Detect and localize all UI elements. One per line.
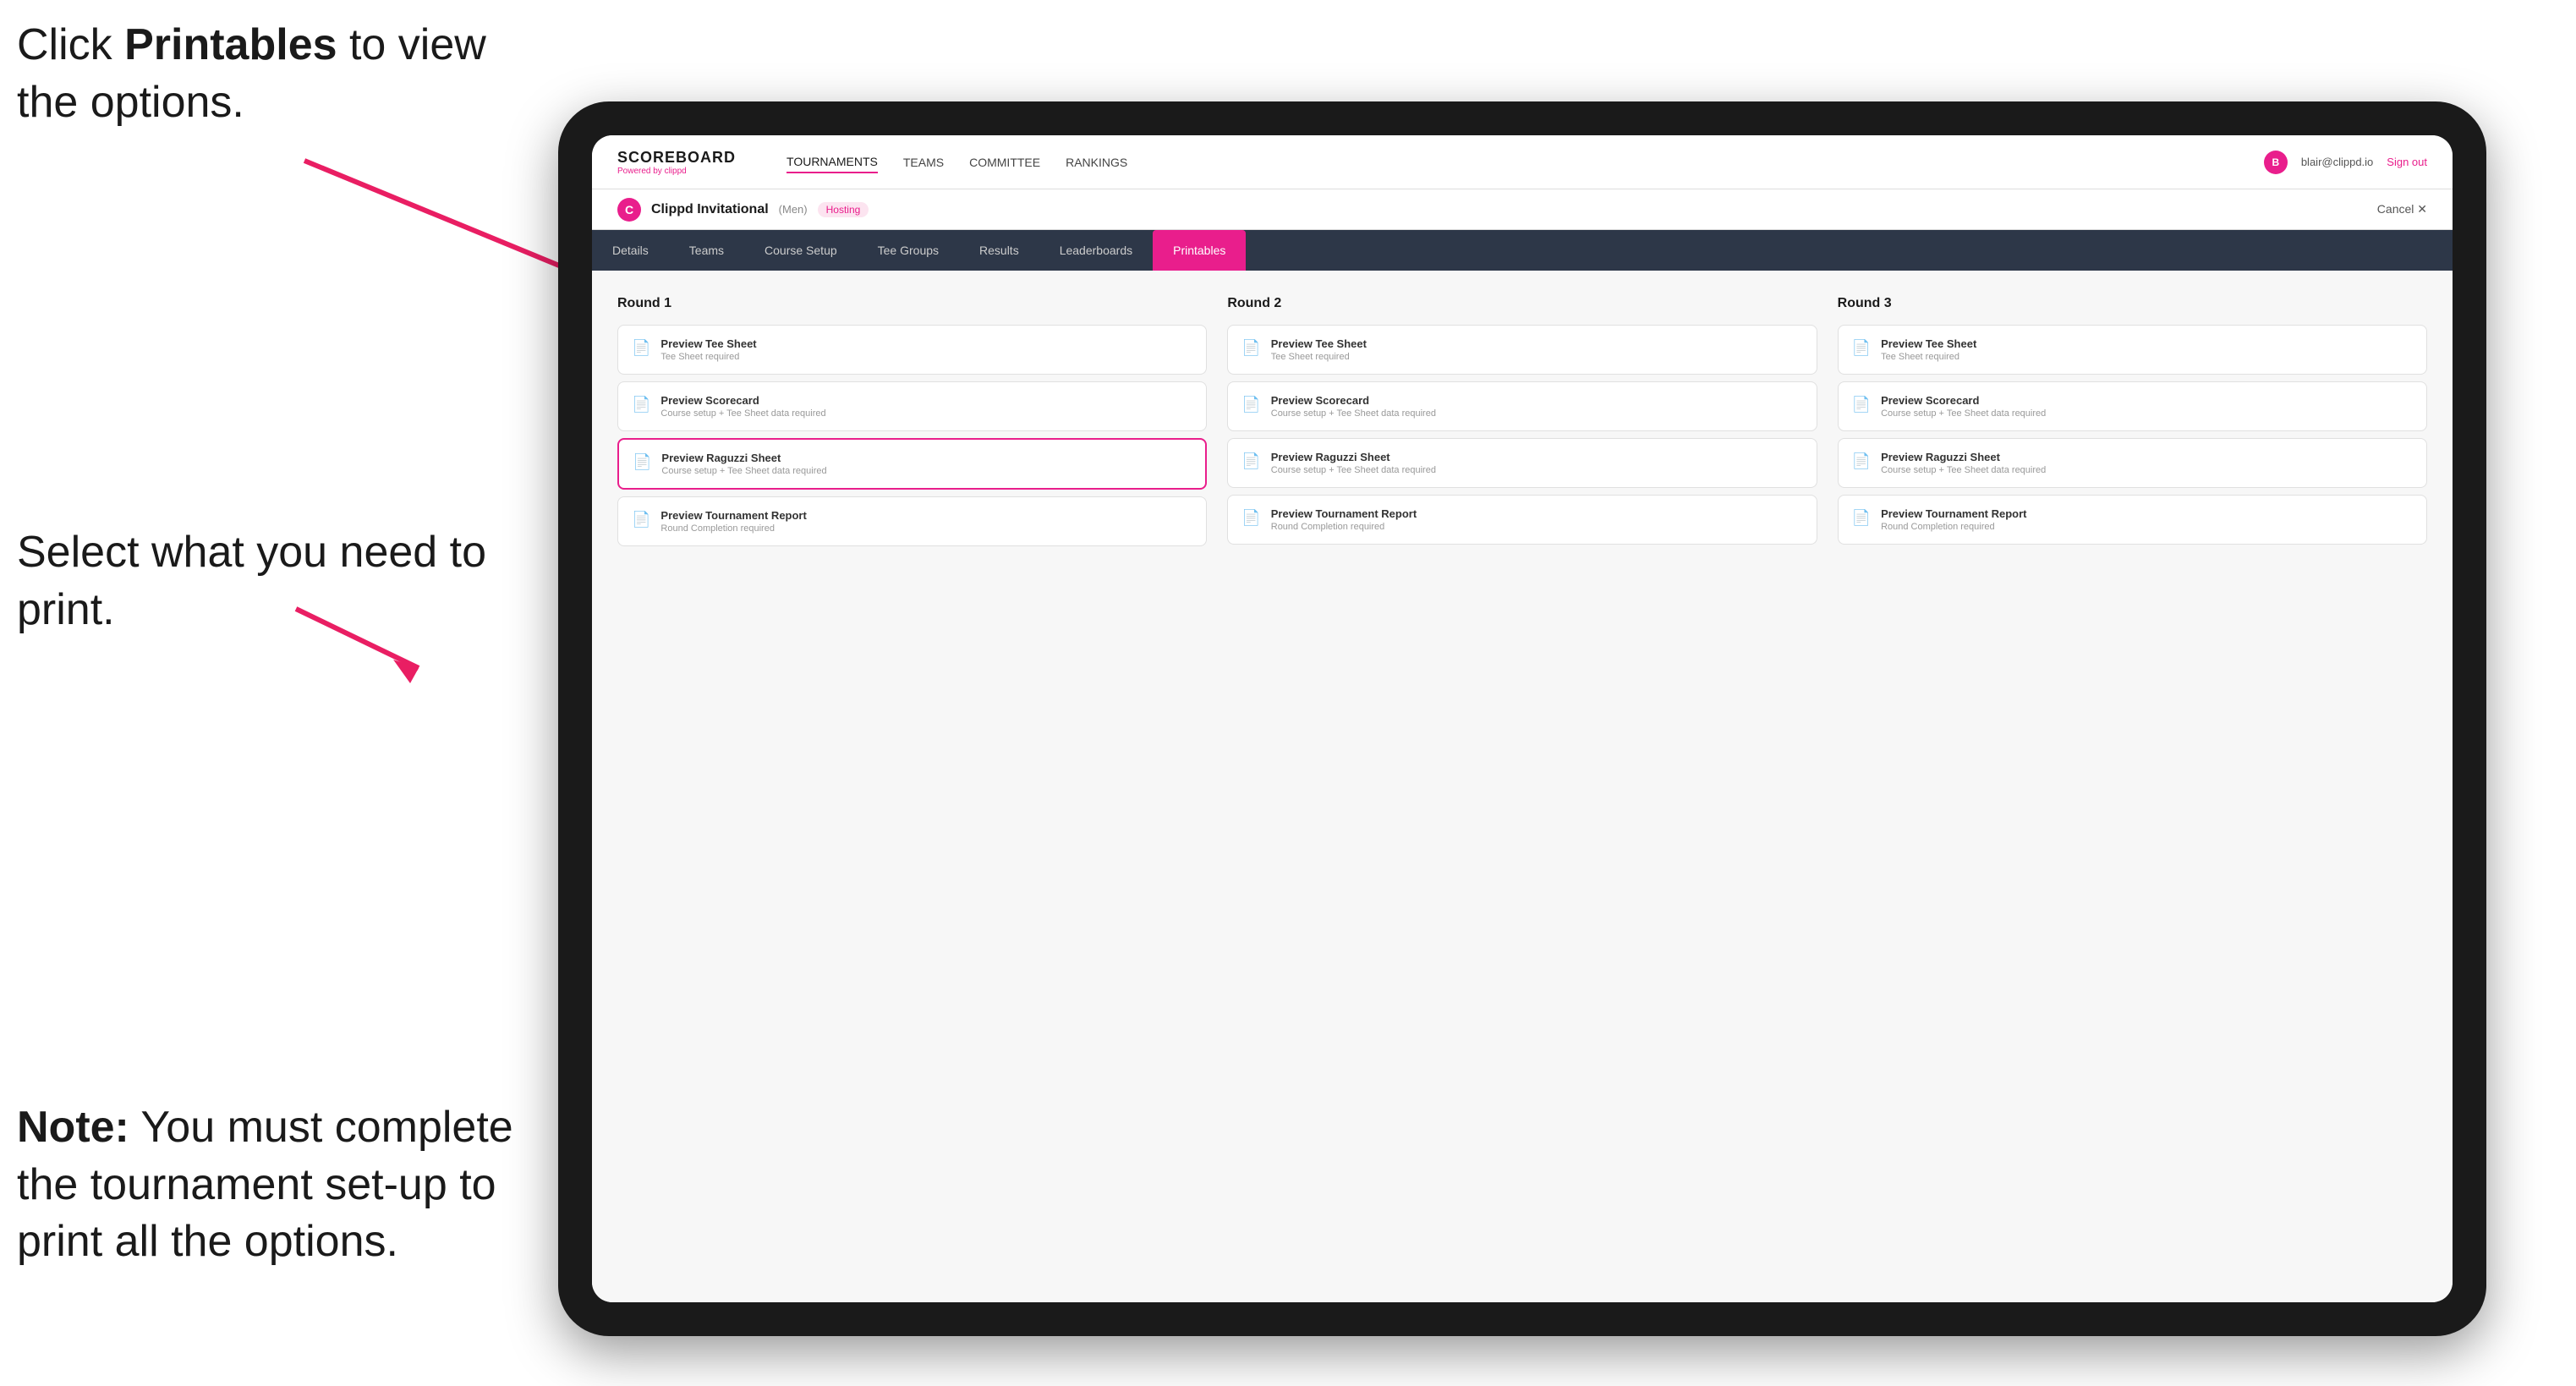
tab-course-setup[interactable]: Course Setup [744,230,858,271]
doc-icon-11: 📄 [1852,452,1871,470]
card-title-8: Preview Tournament Report [1271,507,1417,520]
card-sub-11: Course setup + Tee Sheet data required [1881,465,2046,475]
main-content: Round 1 📄 Preview Tee Sheet Tee Sheet re… [592,271,2453,1302]
doc-icon-10: 📄 [1852,396,1871,414]
doc-icon-12: 📄 [1852,509,1871,527]
card-sub-12: Round Completion required [1881,522,2026,532]
card-title-4: Preview Tournament Report [660,509,806,522]
round-3-raguzzi[interactable]: 📄 Preview Raguzzi Sheet Course setup + T… [1838,438,2427,488]
user-avatar: B [2264,151,2288,174]
top-nav: SCOREBOARD Powered by clippd TOURNAMENTS… [592,135,2453,189]
round-1-title: Round 1 [617,296,1207,311]
nav-link-tournaments[interactable]: TOURNAMENTS [787,151,878,173]
doc-icon-7: 📄 [1241,452,1260,470]
top-nav-right: B blair@clippd.io Sign out [2264,151,2427,174]
card-sub-2: Course setup + Tee Sheet data required [660,408,825,419]
doc-icon-6: 📄 [1241,396,1260,414]
round-3-report[interactable]: 📄 Preview Tournament Report Round Comple… [1838,495,2427,545]
card-sub-6: Course setup + Tee Sheet data required [1271,408,1436,419]
round-2-title: Round 2 [1227,296,1817,311]
brand: SCOREBOARD Powered by clippd [617,149,736,176]
card-title-2: Preview Scorecard [660,394,825,407]
round-3-title: Round 3 [1838,296,2427,311]
doc-icon-2: 📄 [632,396,650,414]
brand-title: SCOREBOARD [617,149,736,167]
card-title-9: Preview Tee Sheet [1881,337,1976,350]
card-title-7: Preview Raguzzi Sheet [1271,451,1436,463]
card-title-10: Preview Scorecard [1881,394,2046,407]
brand-sub: Powered by clippd [617,167,736,176]
tab-teams[interactable]: Teams [669,230,744,271]
tablet-screen: SCOREBOARD Powered by clippd TOURNAMENTS… [592,135,2453,1302]
rounds-grid: Round 1 📄 Preview Tee Sheet Tee Sheet re… [617,296,2427,546]
round-2-tee-sheet[interactable]: 📄 Preview Tee Sheet Tee Sheet required [1227,325,1817,375]
tab-printables[interactable]: Printables [1153,230,1246,271]
round-3-column: Round 3 📄 Preview Tee Sheet Tee Sheet re… [1838,296,2427,546]
tab-results[interactable]: Results [959,230,1039,271]
tab-tee-groups[interactable]: Tee Groups [858,230,959,271]
card-sub-4: Round Completion required [660,523,806,534]
card-sub-10: Course setup + Tee Sheet data required [1881,408,2046,419]
card-title-12: Preview Tournament Report [1881,507,2026,520]
card-title: Preview Tee Sheet [660,337,756,350]
round-2-scorecard[interactable]: 📄 Preview Scorecard Course setup + Tee S… [1227,381,1817,431]
tab-details[interactable]: Details [592,230,669,271]
doc-icon-5: 📄 [1241,339,1260,357]
sub-nav: Details Teams Course Setup Tee Groups Re… [592,230,2453,271]
doc-icon-4: 📄 [632,511,650,529]
round-2-raguzzi[interactable]: 📄 Preview Raguzzi Sheet Course setup + T… [1227,438,1817,488]
card-title-11: Preview Raguzzi Sheet [1881,451,2046,463]
round-3-cards: 📄 Preview Tee Sheet Tee Sheet required 📄… [1838,325,2427,545]
hosting-badge: Hosting [818,202,869,217]
doc-icon-3: 📄 [633,453,651,471]
tournament-logo: C [617,198,641,222]
card-sub-3: Course setup + Tee Sheet data required [661,466,826,476]
round-2-cards: 📄 Preview Tee Sheet Tee Sheet required 📄… [1227,325,1817,545]
round-1-cards: 📄 Preview Tee Sheet Tee Sheet required 📄… [617,325,1207,546]
round-1-column: Round 1 📄 Preview Tee Sheet Tee Sheet re… [617,296,1207,546]
tournament-bar: C Clippd Invitational (Men) Hosting Canc… [592,189,2453,230]
nav-link-teams[interactable]: TEAMS [903,152,944,173]
card-title-5: Preview Tee Sheet [1271,337,1367,350]
top-nav-links: TOURNAMENTS TEAMS COMMITTEE RANKINGS [787,151,2230,173]
tournament-name: Clippd Invitational [651,202,769,217]
card-sub-5: Tee Sheet required [1271,352,1367,362]
tab-leaderboards[interactable]: Leaderboards [1039,230,1153,271]
round-3-scorecard[interactable]: 📄 Preview Scorecard Course setup + Tee S… [1838,381,2427,431]
round-1-scorecard[interactable]: 📄 Preview Scorecard Course setup + Tee S… [617,381,1207,431]
round-1-raguzzi[interactable]: 📄 Preview Raguzzi Sheet Course setup + T… [617,438,1207,490]
card-sub: Tee Sheet required [660,352,756,362]
card-sub-9: Tee Sheet required [1881,352,1976,362]
tournament-tag: (Men) [779,203,808,216]
card-title-6: Preview Scorecard [1271,394,1436,407]
doc-icon-8: 📄 [1241,509,1260,527]
tablet: SCOREBOARD Powered by clippd TOURNAMENTS… [558,101,2486,1336]
nav-link-committee[interactable]: COMMITTEE [969,152,1040,173]
round-2-report[interactable]: 📄 Preview Tournament Report Round Comple… [1227,495,1817,545]
round-2-column: Round 2 📄 Preview Tee Sheet Tee Sheet re… [1227,296,1817,546]
card-sub-7: Course setup + Tee Sheet data required [1271,465,1436,475]
round-1-report[interactable]: 📄 Preview Tournament Report Round Comple… [617,496,1207,546]
nav-link-rankings[interactable]: RANKINGS [1066,152,1127,173]
cancel-button[interactable]: Cancel ✕ [2377,202,2427,216]
doc-icon: 📄 [632,339,650,357]
arrow-middle [279,592,448,693]
annotation-bottom: Note: You must complete the tournament s… [17,1099,541,1271]
doc-icon-9: 📄 [1852,339,1871,357]
annotation-top: Click Printables to view the options. [17,17,541,131]
sign-out-link[interactable]: Sign out [2387,156,2427,168]
round-3-tee-sheet[interactable]: 📄 Preview Tee Sheet Tee Sheet required [1838,325,2427,375]
user-email: blair@clippd.io [2301,156,2373,168]
card-title-3: Preview Raguzzi Sheet [661,452,826,464]
card-sub-8: Round Completion required [1271,522,1417,532]
round-1-tee-sheet[interactable]: 📄 Preview Tee Sheet Tee Sheet required [617,325,1207,375]
